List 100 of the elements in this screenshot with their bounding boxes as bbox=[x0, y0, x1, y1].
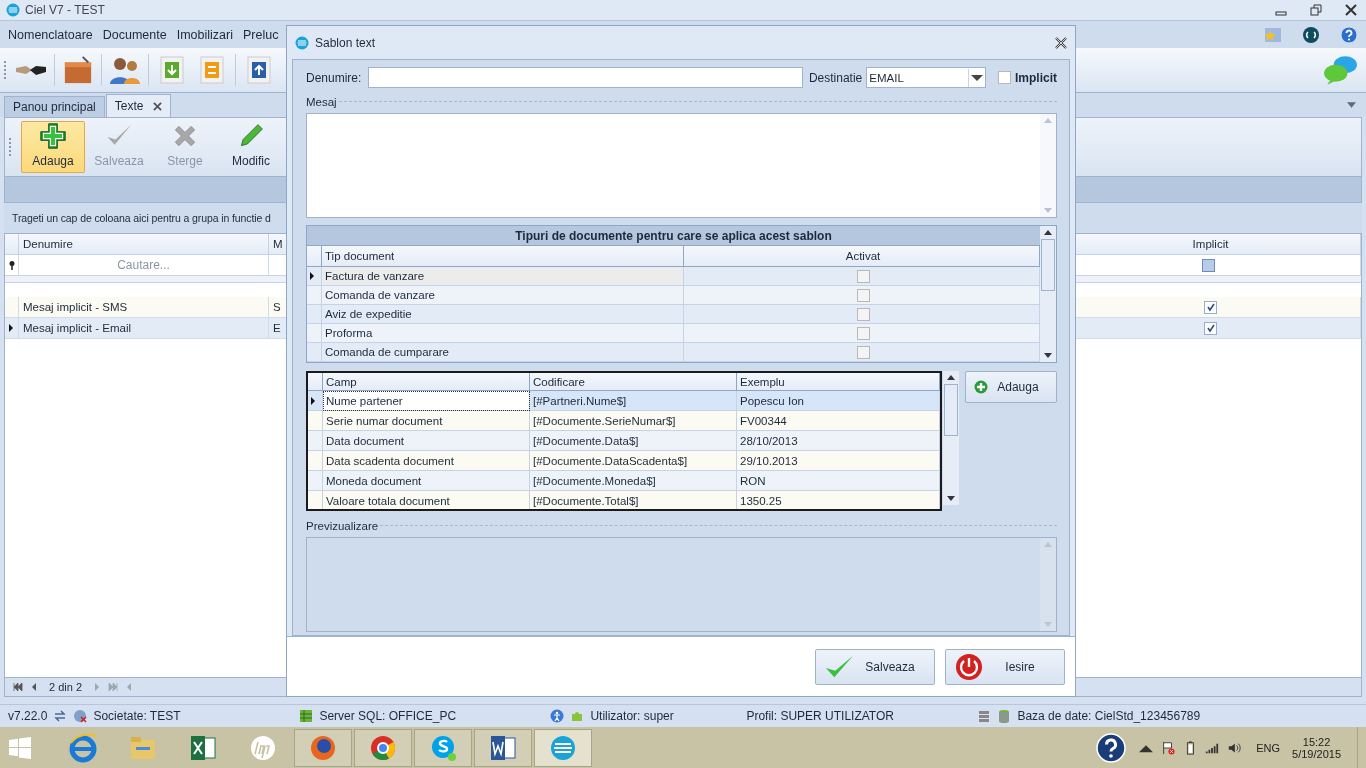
table-cell: 28/10/2013 bbox=[737, 431, 941, 451]
dropdown-arrow-icon[interactable] bbox=[1347, 102, 1356, 108]
taskbar-button[interactable] bbox=[354, 728, 412, 767]
table-cell: [#Documente.Data$] bbox=[530, 431, 737, 451]
current-row-icon bbox=[9, 324, 13, 332]
column-header[interactable]: Activat bbox=[684, 246, 1040, 267]
plus-icon bbox=[973, 380, 988, 394]
menu-item[interactable]: Preluc bbox=[237, 27, 284, 42]
column-header[interactable]: Denumire bbox=[19, 234, 269, 255]
checkbox[interactable] bbox=[856, 269, 870, 283]
checkbox[interactable] bbox=[856, 326, 870, 340]
column-header[interactable]: Tip document bbox=[322, 246, 684, 267]
tab[interactable]: Panou principal bbox=[4, 96, 105, 117]
table-cell: RON bbox=[737, 471, 941, 491]
caret-icon bbox=[968, 68, 985, 87]
table-cell: Popescu Ion bbox=[737, 391, 941, 411]
add-button[interactable]: Adauga bbox=[21, 121, 85, 173]
taskbar-button[interactable] bbox=[294, 728, 352, 767]
table-cell: Serie numar document bbox=[323, 411, 530, 431]
table-cell: Proforma bbox=[322, 324, 684, 343]
group-hint: Trageti un cap de coloana aici pentru a grupa in functie d bbox=[12, 212, 271, 224]
scrollbar[interactable] bbox=[943, 371, 959, 505]
table-cell: Comanda de vanzare bbox=[322, 286, 684, 305]
scroll-up-icon[interactable] bbox=[947, 375, 955, 380]
speaker-icon[interactable] bbox=[1227, 740, 1242, 755]
table-cell: 29/10.2013 bbox=[737, 451, 941, 471]
save-button[interactable]: Salveaza bbox=[815, 648, 935, 685]
checkbox[interactable] bbox=[856, 288, 870, 302]
scroll-down-icon[interactable] bbox=[1044, 353, 1052, 358]
close-icon[interactable] bbox=[1344, 3, 1358, 17]
add-field-button[interactable]: Adauga bbox=[964, 371, 1057, 403]
scroll-thumb[interactable] bbox=[944, 384, 958, 436]
column-header[interactable]: Exemplu bbox=[737, 373, 941, 391]
row-indicator[interactable] bbox=[5, 318, 19, 339]
current-row-icon bbox=[311, 396, 315, 405]
flag-icon[interactable] bbox=[1161, 740, 1176, 755]
header-corner bbox=[308, 373, 323, 391]
table-cell: Moneda document bbox=[323, 471, 530, 491]
menu-item[interactable]: Documente bbox=[97, 27, 172, 42]
taskbar-button[interactable] bbox=[474, 728, 532, 767]
row-indicator[interactable] bbox=[308, 391, 323, 411]
checkbox[interactable] bbox=[856, 307, 870, 321]
server-label: Server SQL: OFFICE_PC bbox=[319, 709, 458, 723]
restore-icon[interactable] bbox=[1309, 3, 1323, 17]
destination-dropdown[interactable]: EMAIL bbox=[866, 67, 986, 88]
filter-checkbox[interactable] bbox=[1202, 258, 1215, 272]
database-stack-icon[interactable] bbox=[997, 709, 1012, 723]
puzzle-icon[interactable] bbox=[570, 709, 585, 723]
first-page-icon[interactable] bbox=[13, 683, 23, 691]
app-icon bbox=[6, 3, 20, 17]
clock[interactable]: 15:22 5/19/2015 bbox=[1292, 735, 1341, 760]
table-cell: Aviz de expeditie bbox=[322, 305, 684, 324]
sync-arrows-icon[interactable] bbox=[53, 709, 68, 723]
app-icon bbox=[295, 35, 309, 50]
user-label: Utilizator: super bbox=[590, 709, 675, 723]
checkbox[interactable] bbox=[856, 345, 870, 359]
menu-item[interactable]: Imobilizari bbox=[171, 27, 238, 42]
last-page-icon[interactable] bbox=[108, 683, 119, 691]
name-field[interactable] bbox=[367, 67, 803, 88]
server-stack-icon[interactable] bbox=[977, 709, 992, 723]
edit-button[interactable]: Modific bbox=[219, 121, 283, 173]
table-cell: FV00344 bbox=[737, 411, 941, 431]
tab[interactable]: Texte bbox=[105, 94, 172, 117]
field-label: Denumire: bbox=[306, 70, 363, 85]
table-cell: Nume partener bbox=[323, 391, 530, 411]
scroll-thumb[interactable] bbox=[1041, 239, 1055, 291]
table-cell: Mesaj implicit - SMS bbox=[19, 297, 269, 318]
checkbox[interactable] bbox=[1204, 300, 1217, 314]
exit-button[interactable]: Iesire bbox=[945, 648, 1065, 685]
dialog-title: Sablon text bbox=[315, 35, 376, 50]
field-label: Destinatie bbox=[808, 70, 863, 85]
table-cell: [#Documente.DataScadenta$] bbox=[530, 451, 737, 471]
language-indicator[interactable]: ENG bbox=[1256, 741, 1281, 754]
star-image-icon[interactable] bbox=[1264, 25, 1282, 44]
row-indicator[interactable] bbox=[307, 267, 322, 286]
table-cell: [#Partneri.Nume$] bbox=[530, 391, 737, 411]
globe-icon[interactable] bbox=[73, 709, 88, 723]
column-header[interactable]: Camp bbox=[323, 373, 530, 391]
database-icon[interactable] bbox=[299, 709, 314, 723]
chat-bubbles-icon[interactable] bbox=[1322, 54, 1358, 86]
close-icon[interactable] bbox=[153, 101, 163, 111]
checkbox[interactable] bbox=[998, 71, 1011, 84]
company-label: Societate: TEST bbox=[93, 709, 182, 723]
version-label: v7.22.0 bbox=[8, 709, 48, 723]
people-icon[interactable] bbox=[108, 55, 142, 85]
profile-label: Profil: SUPER UTILIZATOR bbox=[746, 709, 895, 723]
help-icon[interactable] bbox=[1340, 25, 1358, 44]
refresh-icon[interactable] bbox=[1302, 25, 1320, 44]
accessibility-icon[interactable] bbox=[550, 709, 565, 723]
table-cell: [#Documente.Moneda$] bbox=[530, 471, 737, 491]
start-button-icon[interactable] bbox=[8, 735, 32, 760]
scrollbar[interactable] bbox=[1040, 226, 1056, 362]
checkbox[interactable] bbox=[1204, 321, 1217, 335]
table-cell: 1350.25 bbox=[737, 491, 941, 509]
scroll-down-icon[interactable] bbox=[947, 496, 955, 501]
menu-item[interactable]: Nomenclatoare bbox=[3, 27, 98, 42]
message-field[interactable] bbox=[306, 113, 1057, 218]
table-cell: Data document bbox=[323, 431, 530, 451]
close-icon[interactable] bbox=[1055, 36, 1067, 49]
column-header[interactable]: Codificare bbox=[530, 373, 737, 391]
